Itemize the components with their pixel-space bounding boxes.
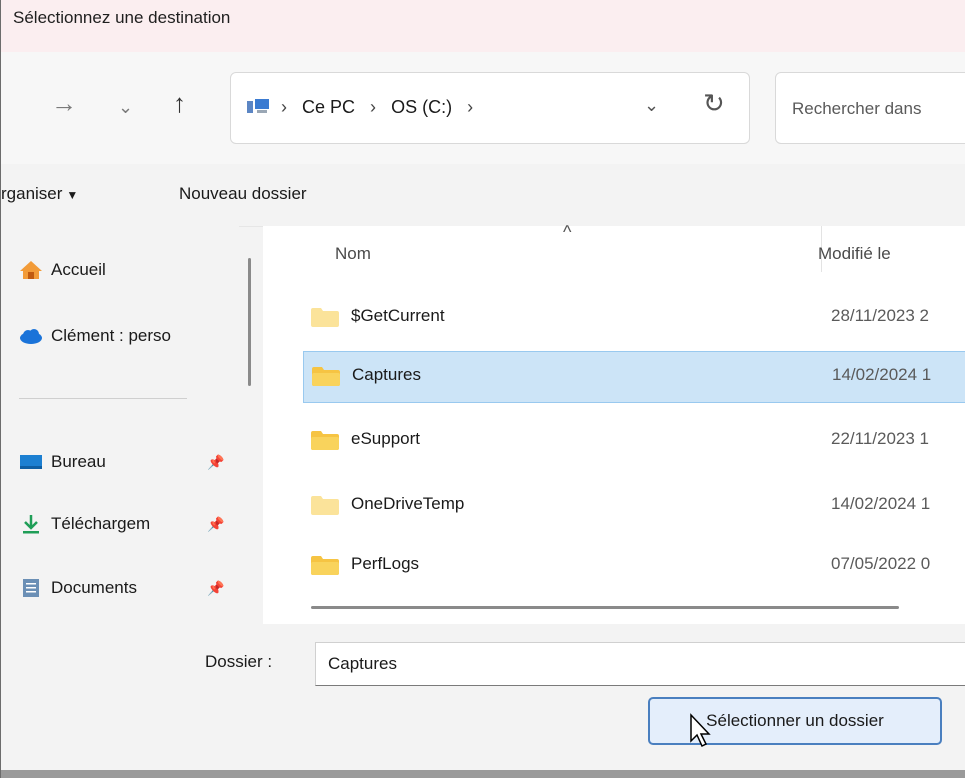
title-bar: Sélectionnez une destination — [1, 0, 965, 52]
sidebar-divider — [19, 398, 187, 399]
document-icon — [23, 579, 39, 597]
sidebar-scrollbar[interactable] — [248, 258, 251, 386]
file-name: eSupport — [351, 429, 420, 448]
folder-icon — [311, 431, 339, 450]
dialog-footer: Dossier : Sélectionner un dossier — [1, 624, 965, 778]
file-row-selected[interactable]: Captures 14/02/2024 1 — [303, 351, 965, 403]
sidebar-item-downloads[interactable]: Téléchargem 📌 — [19, 514, 239, 534]
organize-label: rganiser — [1, 184, 63, 203]
mouse-pointer-icon — [690, 713, 711, 748]
column-header-name[interactable]: Nom — [335, 244, 371, 264]
folder-icon — [311, 496, 339, 515]
desktop-icon — [20, 455, 42, 469]
caret-down-icon: ▼ — [66, 188, 79, 202]
file-date: 14/02/2024 1 — [831, 494, 931, 513]
search-box[interactable]: Rechercher dans — [775, 72, 965, 144]
file-row[interactable]: PerfLogs 07/05/2022 0 — [301, 540, 965, 592]
address-bar[interactable]: › Ce PC › OS (C:) › ⌄ ↻ — [230, 72, 750, 144]
navigation-pane: Accueil Clément : perso Bureau 📌 Télécha… — [1, 226, 239, 624]
sidebar-item-label: Accueil — [51, 260, 106, 279]
sidebar-item-label: Bureau — [51, 452, 106, 471]
file-row[interactable]: $GetCurrent 28/11/2023 2 — [301, 292, 965, 344]
folder-name-input[interactable] — [315, 642, 965, 686]
breadcrumb-separator: › — [370, 97, 377, 117]
pin-icon: 📌 — [207, 516, 225, 532]
history-chevron-icon[interactable]: ⌄ — [118, 92, 133, 122]
file-name: Captures — [352, 365, 421, 384]
computer-icon — [247, 99, 269, 113]
folder-icon — [311, 556, 339, 575]
organize-menu[interactable]: rganiser ▼ — [1, 184, 78, 204]
pin-icon: 📌 — [207, 580, 225, 596]
file-name: PerfLogs — [351, 554, 420, 573]
refresh-icon[interactable]: ↻ — [703, 88, 725, 119]
navigation-bar: → ⌄ ↑ › Ce PC › OS (C:) › ⌄ ↻ Rechercher… — [1, 52, 965, 164]
sort-ascending-icon: ^ — [563, 222, 572, 242]
window-bottom-edge — [1, 770, 965, 778]
file-date: 14/02/2024 1 — [832, 365, 932, 384]
file-row[interactable]: OneDriveTemp 14/02/2024 1 — [301, 480, 965, 532]
new-folder-button[interactable]: Nouveau dossier — [179, 184, 307, 204]
sidebar-item-label: Clément : perso — [51, 326, 171, 345]
toolbar: rganiser ▼ Nouveau dossier — [1, 164, 965, 227]
sidebar-item-onedrive[interactable]: Clément : perso — [19, 326, 171, 346]
column-header-modified[interactable]: Modifié le — [818, 244, 891, 264]
sidebar-item-home[interactable]: Accueil — [19, 260, 106, 280]
folder-field-label: Dossier : — [205, 652, 273, 671]
download-icon — [23, 515, 39, 534]
file-date: 07/05/2022 0 — [831, 554, 931, 573]
file-date: 28/11/2023 2 — [831, 306, 929, 325]
sidebar-item-label: Documents — [51, 578, 137, 597]
breadcrumb-separator: › — [281, 97, 287, 117]
file-name: $GetCurrent — [351, 306, 445, 325]
horizontal-scrollbar[interactable] — [311, 606, 899, 609]
file-row[interactable]: eSupport 22/11/2023 1 — [301, 415, 965, 467]
folder-icon — [312, 367, 340, 386]
sidebar-item-label: Téléchargem — [51, 514, 151, 533]
breadcrumb-separator[interactable]: › — [467, 97, 473, 117]
forward-icon[interactable]: → — [51, 88, 77, 118]
sidebar-item-documents[interactable]: Documents 📌 — [19, 578, 239, 598]
window-title: Sélectionnez une destination — [13, 8, 231, 27]
home-icon — [20, 261, 42, 279]
file-dialog: Sélectionnez une destination → ⌄ ↑ › Ce … — [0, 0, 965, 778]
up-arrow-icon[interactable]: ↑ — [173, 88, 186, 118]
file-date: 22/11/2023 1 — [831, 429, 929, 448]
file-list: ^ Nom Modifié le $GetCurrent 28/11/2023 … — [263, 222, 965, 624]
breadcrumb: › Ce PC › OS (C:) › — [281, 97, 483, 118]
address-dropdown-icon[interactable]: ⌄ — [644, 95, 659, 116]
breadcrumb-drive-c[interactable]: OS (C:) — [391, 97, 452, 117]
breadcrumb-this-pc[interactable]: Ce PC — [302, 97, 355, 117]
sidebar-item-desktop[interactable]: Bureau 📌 — [19, 452, 239, 472]
folder-icon — [311, 308, 339, 327]
cloud-icon — [20, 329, 42, 344]
file-name: OneDriveTemp — [351, 494, 465, 513]
search-input[interactable]: Rechercher dans — [792, 99, 921, 119]
pin-icon: 📌 — [207, 454, 225, 470]
